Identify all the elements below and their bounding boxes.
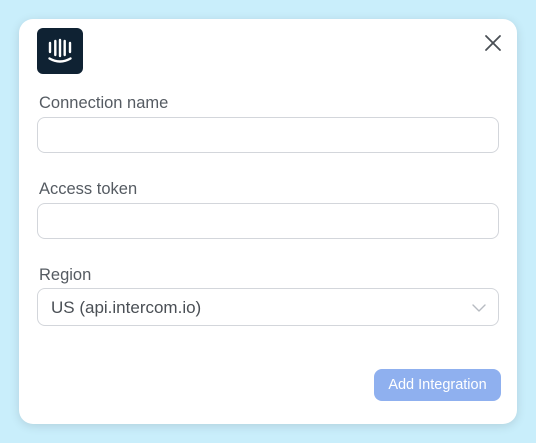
connection-name-input[interactable] — [38, 118, 498, 152]
access-token-label: Access token — [39, 180, 138, 198]
region-select[interactable]: US (api.intercom.io) — [37, 288, 499, 326]
region-selected-value: US (api.intercom.io) — [51, 298, 202, 317]
close-icon[interactable] — [483, 33, 503, 53]
connection-name-field[interactable] — [37, 117, 499, 153]
region-label: Region — [39, 266, 92, 284]
access-token-field[interactable] — [37, 203, 499, 239]
access-token-input[interactable] — [38, 204, 498, 238]
integration-dialog: Connection name Access token Region US (… — [19, 19, 517, 424]
connection-name-label: Connection name — [39, 94, 169, 112]
chevron-down-icon — [472, 301, 486, 313]
intercom-logo-icon — [37, 28, 83, 74]
add-integration-button[interactable]: Add Integration — [374, 369, 501, 401]
